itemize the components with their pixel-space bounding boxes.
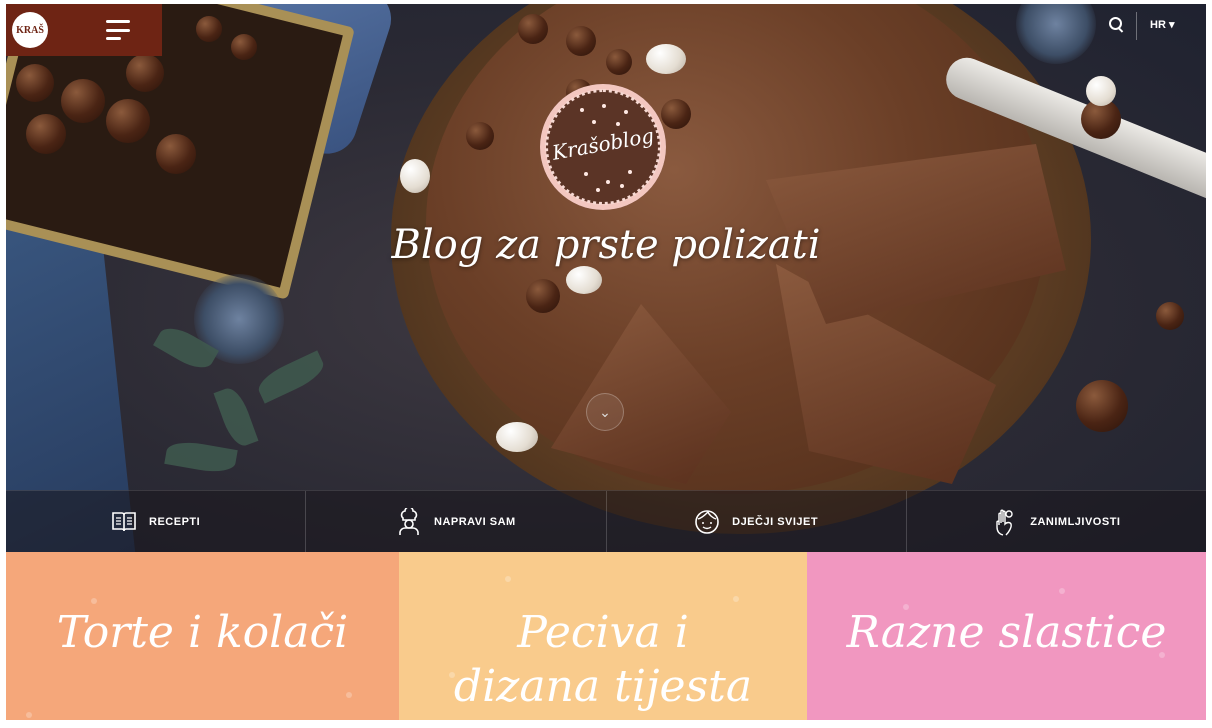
chocolate-ball-decoration [26,114,66,154]
chocolate-ball-decoration [106,99,150,143]
tile-title: Torte i kolači [56,607,349,658]
chocolate-ball-decoration [61,79,105,123]
category-zanimljivosti[interactable]: ZANIMLJIVOSTI [907,491,1206,552]
scroll-down-button[interactable]: ⌄ [586,393,624,431]
chocolate-ball-decoration [1156,302,1184,330]
chocolate-ball-decoration [16,64,54,102]
kras-logo[interactable]: KRAŠ [12,12,48,48]
leaf-decoration [253,350,329,404]
category-label: DJEČJI SVIJET [732,516,819,528]
chocolate-ball-decoration [661,99,691,129]
page: Krašoblog Blog za prste polizati ⌄ KRAŠ … [6,4,1206,720]
white-chocolate-decoration [646,44,686,74]
white-chocolate-decoration [1086,76,1116,106]
header-divider [1136,12,1137,40]
chocolate-ball-decoration [231,34,257,60]
leaf-decoration [213,384,259,450]
chocolate-ball-decoration [526,279,560,313]
category-napravi-sam[interactable]: NAPRAVI SAM [306,491,607,552]
hero-tagline: Blog za prste polizati [391,222,821,268]
category-label: ZANIMLJIVOSTI [1030,516,1121,528]
book-icon [111,509,137,535]
category-nav: RECEPTI NAPRAVI SAM DJEČJI SVIJET ZANIML… [6,490,1206,552]
chevron-down-icon: ⌄ [599,403,611,420]
ok-hand-icon [992,509,1018,536]
krasoblog-badge: Krašoblog [540,84,666,210]
leaf-decoration [164,438,238,476]
hero-banner: Krašoblog Blog za prste polizati ⌄ KRAŠ … [6,4,1206,552]
tile-torte-i-kolaci[interactable]: Torte i kolači [6,552,399,720]
white-chocolate-decoration [496,422,538,452]
tile-title: Razne slastice [846,607,1167,658]
language-selector[interactable]: HR ▾ [1150,18,1174,31]
menu-icon[interactable] [106,20,130,40]
chef-icon [396,508,422,535]
category-tiles: Torte i kolači Peciva i dizana tijesta R… [6,552,1206,720]
category-recepti[interactable]: RECEPTI [6,491,307,552]
chocolate-ball-decoration [566,26,596,56]
chocolate-ball-decoration [1076,380,1128,432]
chocolate-ball-decoration [606,49,632,75]
thistle-decoration [1016,4,1096,64]
chocolate-ball-decoration [518,14,548,44]
search-icon[interactable] [1108,16,1126,34]
tile-peciva-i-dizana-tijesta[interactable]: Peciva i dizana tijesta [399,552,807,720]
tile-razne-slastice[interactable]: Razne slastice [807,552,1206,720]
chocolate-ball-decoration [126,54,164,92]
white-chocolate-decoration [400,159,430,193]
tile-title: Peciva i dizana tijesta [453,607,753,712]
white-chocolate-decoration [566,266,602,294]
chocolate-ball-decoration [196,16,222,42]
chocolate-ball-decoration [466,122,494,150]
badge-text: Krašoblog [550,123,656,165]
child-face-icon [694,509,720,535]
header-brand-bar: KRAŠ [6,4,162,56]
category-djecji-svijet[interactable]: DJEČJI SVIJET [607,491,907,552]
chocolate-ball-decoration [156,134,196,174]
category-label: RECEPTI [149,516,201,528]
logo-text: KRAŠ [16,24,44,36]
category-label: NAPRAVI SAM [434,516,516,528]
